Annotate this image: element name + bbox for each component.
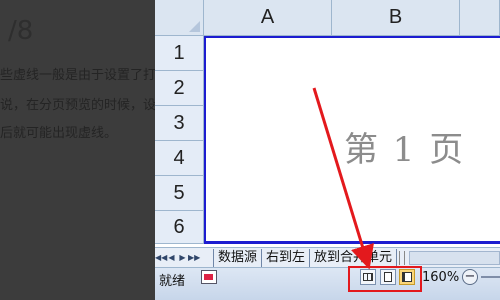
background-document: /8 些虚线一般是由于设置了打 说，在分页预览的时候，设 后就可能出现虚线。 xyxy=(0,0,160,300)
background-text-line: 后就可能出现虚线。 xyxy=(0,126,118,141)
excel-window: A B 1 2 3 4 5 6 第 1 页 ◀◀ ◀ ▶ ▶▶ 数据源 右到左 … xyxy=(155,0,500,300)
background-page-number: /8 xyxy=(8,16,34,46)
background-text-line: 些虚线一般是由于设置了打 xyxy=(0,68,157,83)
background-text-line: 说，在分页预览的时候，设 xyxy=(0,98,157,113)
annotation-arrow xyxy=(312,87,374,270)
